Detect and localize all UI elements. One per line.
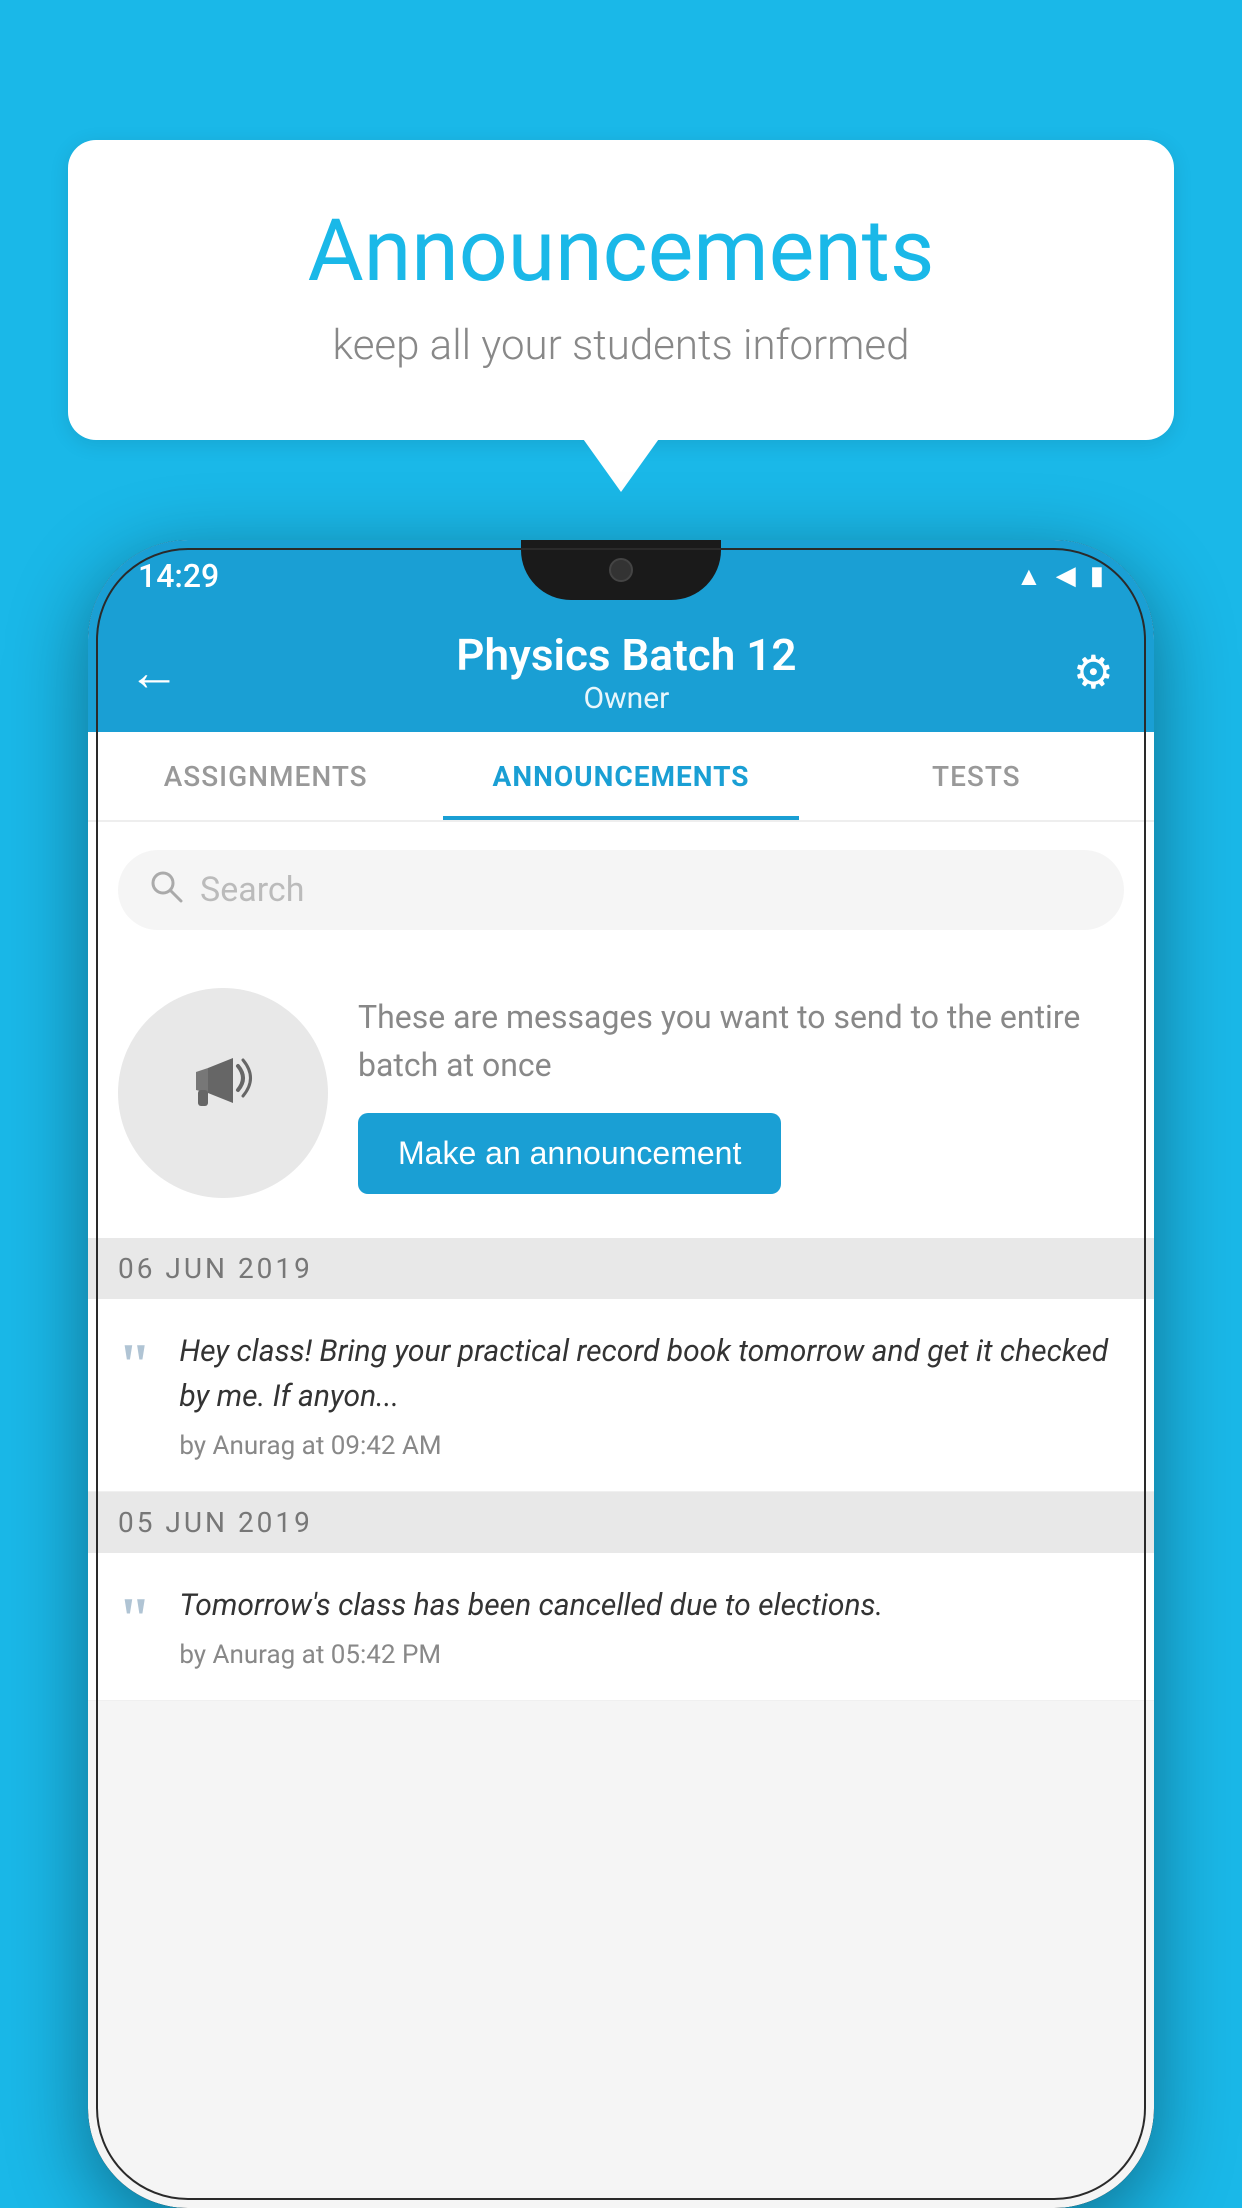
announcement-item-1[interactable]: " Hey class! Bring your practical record…: [88, 1299, 1154, 1492]
bubble-title: Announcements: [148, 200, 1094, 301]
announcement-content-2: Tomorrow's class has been cancelled due …: [179, 1583, 1124, 1670]
status-bar: 14:29 ▲ ◀ ▮: [88, 540, 1154, 612]
status-time: 14:29: [138, 557, 219, 595]
announcement-content-1: Hey class! Bring your practical record b…: [179, 1329, 1124, 1461]
promo-right: These are messages you want to send to t…: [358, 993, 1124, 1194]
tab-announcements[interactable]: ANNOUNCEMENTS: [443, 732, 798, 820]
make-announcement-button[interactable]: Make an announcement: [358, 1113, 781, 1194]
signal-icon: ◀: [1056, 561, 1076, 591]
settings-button[interactable]: ⚙: [1073, 645, 1114, 700]
phone-frame: 14:29 ▲ ◀ ▮ ← Physics Batch 12 Owner ⚙ A…: [88, 540, 1154, 2208]
promo-icon-circle: [118, 988, 328, 1198]
app-bar-title: Physics Batch 12: [180, 629, 1073, 681]
date-separator-1: 06 JUN 2019: [88, 1238, 1154, 1299]
bubble-subtitle: keep all your students informed: [148, 321, 1094, 370]
promo-section: These are messages you want to send to t…: [88, 958, 1154, 1238]
content-area: Search: [88, 822, 1154, 1701]
megaphone-icon: [178, 1038, 268, 1148]
announcement-message-1: Hey class! Bring your practical record b…: [179, 1329, 1124, 1419]
announcement-meta-1: by Anurag at 09:42 AM: [179, 1431, 1124, 1461]
date-separator-2: 05 JUN 2019: [88, 1492, 1154, 1553]
tab-tests[interactable]: TESTS: [799, 732, 1154, 820]
quote-icon-1: ": [118, 1335, 151, 1395]
camera-dot: [609, 558, 633, 582]
promo-description: These are messages you want to send to t…: [358, 993, 1124, 1089]
back-button[interactable]: ←: [128, 642, 180, 703]
app-bar-title-area: Physics Batch 12 Owner: [180, 629, 1073, 716]
announcement-meta-2: by Anurag at 05:42 PM: [179, 1640, 1124, 1670]
tab-assignments[interactable]: ASSIGNMENTS: [88, 732, 443, 820]
speech-bubble-wrapper: Announcements keep all your students inf…: [68, 140, 1174, 440]
wifi-icon: ▲: [1016, 561, 1042, 592]
status-icons: ▲ ◀ ▮: [1016, 561, 1104, 592]
phone-screen: 14:29 ▲ ◀ ▮ ← Physics Batch 12 Owner ⚙ A…: [88, 540, 1154, 2208]
search-icon: [148, 868, 184, 913]
search-placeholder: Search: [200, 870, 304, 910]
app-bar-subtitle: Owner: [180, 681, 1073, 716]
battery-icon: ▮: [1090, 561, 1104, 591]
search-bar[interactable]: Search: [118, 850, 1124, 930]
tab-bar: ASSIGNMENTS ANNOUNCEMENTS TESTS: [88, 732, 1154, 822]
announcement-item-2[interactable]: " Tomorrow's class has been cancelled du…: [88, 1553, 1154, 1701]
notch: [521, 540, 721, 600]
quote-icon-2: ": [118, 1589, 151, 1649]
announcement-message-2: Tomorrow's class has been cancelled due …: [179, 1583, 1124, 1628]
speech-bubble: Announcements keep all your students inf…: [68, 140, 1174, 440]
app-bar: ← Physics Batch 12 Owner ⚙: [88, 612, 1154, 732]
